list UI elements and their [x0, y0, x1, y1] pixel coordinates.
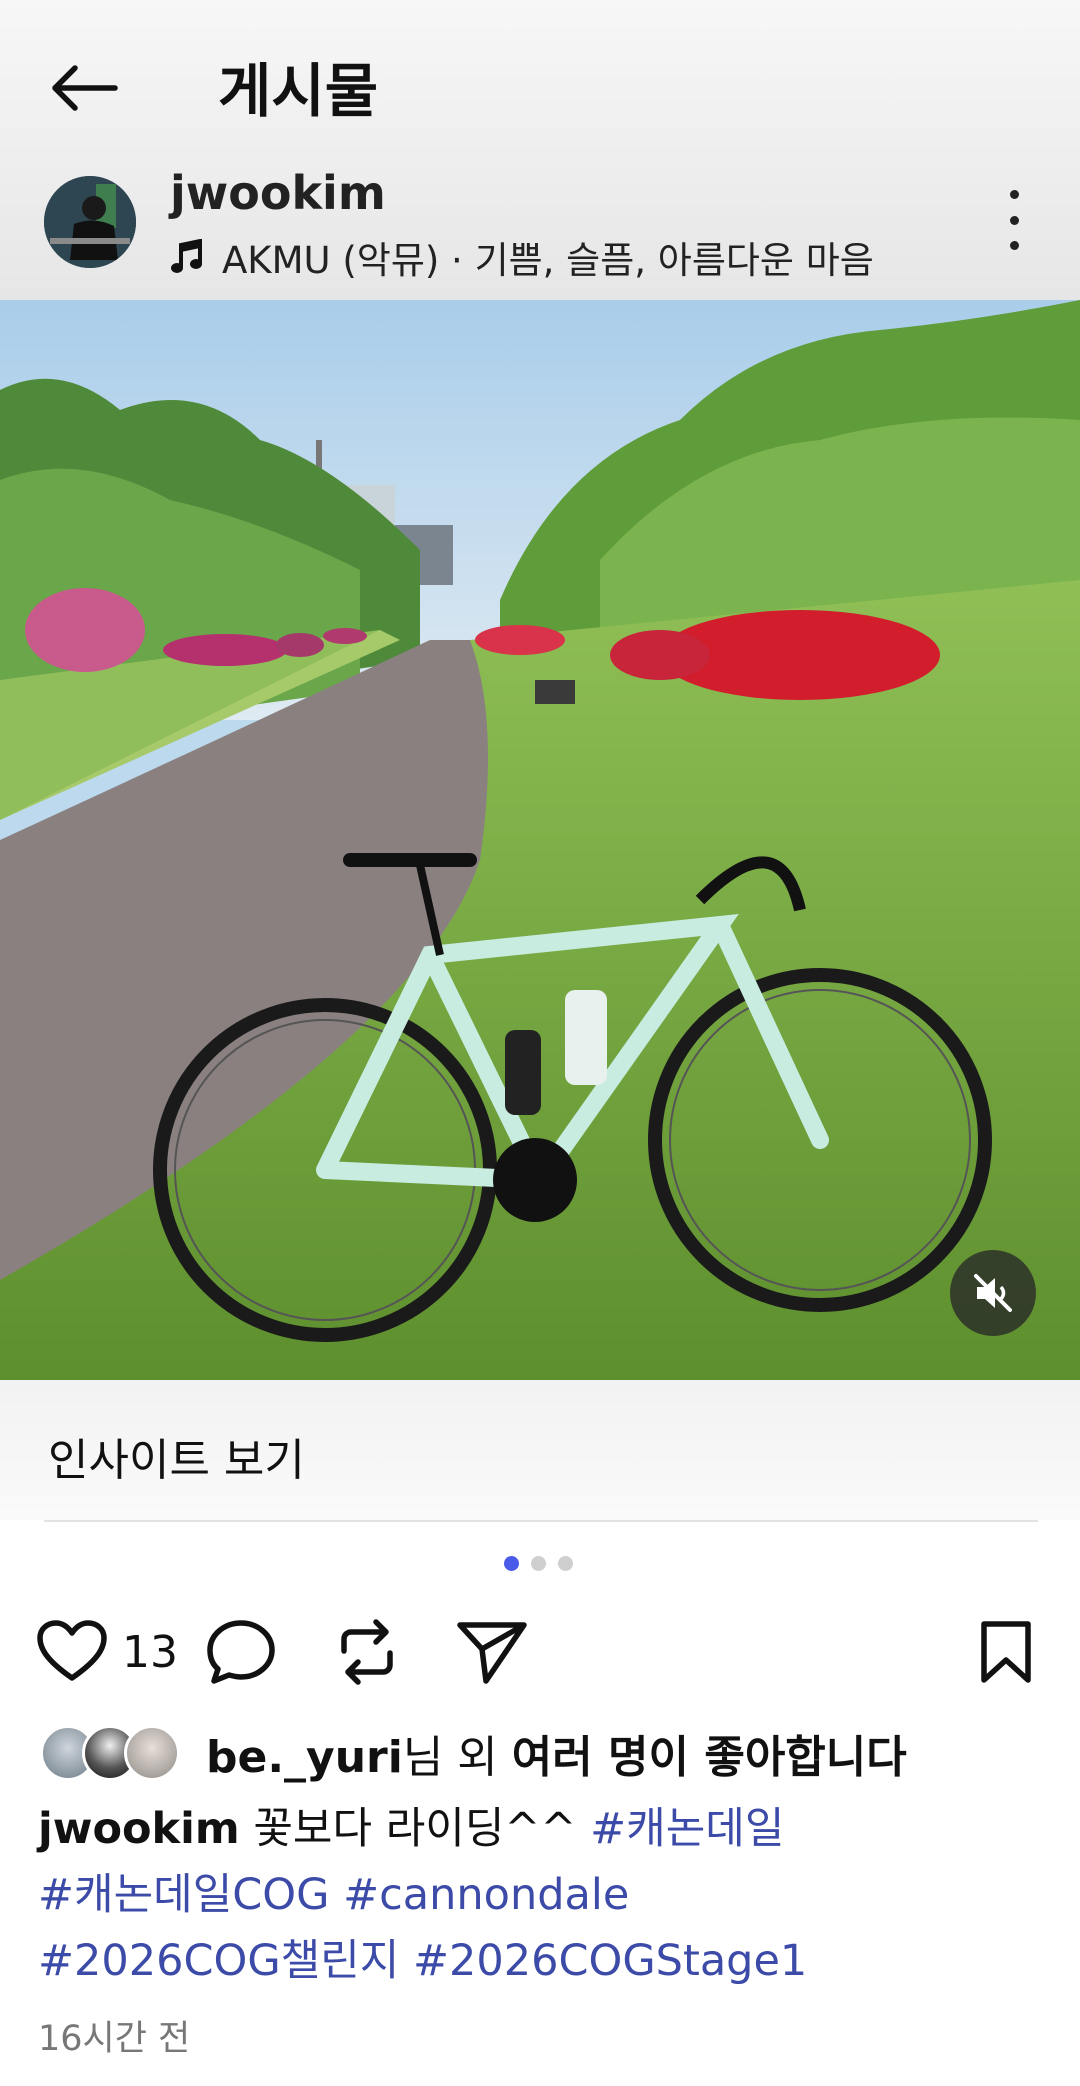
- back-arrow-icon: [52, 65, 118, 111]
- liked-by-text: be._yuri님 외 여러 명이 좋아합니다: [206, 1721, 907, 1785]
- bicycle-photo: [0, 300, 1080, 1380]
- more-dot-icon: [1009, 190, 1019, 199]
- carousel-dot: [558, 1556, 573, 1571]
- post-media[interactable]: [0, 300, 1080, 1380]
- carousel-indicator: [504, 1556, 573, 1571]
- liked-by-others[interactable]: 여러 명이 좋아합니다: [512, 1732, 907, 1783]
- divider: [44, 1520, 1038, 1522]
- liker-username[interactable]: be._yuri: [206, 1732, 403, 1783]
- hashtag[interactable]: #2026COG챌린지: [38, 1936, 399, 1986]
- action-bar: 13: [0, 1600, 1080, 1700]
- send-paper-plane-icon: [457, 1622, 527, 1684]
- insights-link[interactable]: 인사이트 보기: [48, 1424, 305, 1488]
- page-title: 게시물: [218, 57, 379, 125]
- hashtag[interactable]: #캐논데일: [590, 1804, 784, 1854]
- repost-button[interactable]: [336, 1616, 398, 1688]
- comment-bubble-icon: [207, 1620, 275, 1684]
- post-timestamp: 16시간 전: [38, 2019, 191, 2059]
- post-caption: jwookim 꽃보다 라이딩^^ #캐논데일 #캐논데일COG #cannon…: [38, 1796, 1048, 1994]
- mute-toggle-button[interactable]: [950, 1250, 1036, 1336]
- repost-icon: [341, 1619, 393, 1685]
- save-button[interactable]: [978, 1616, 1034, 1688]
- carousel-dot-active: [504, 1556, 519, 1571]
- speaker-muted-icon: [974, 1274, 1012, 1312]
- back-button[interactable]: [44, 52, 124, 124]
- bookmark-icon: [981, 1621, 1031, 1683]
- hashtag[interactable]: #2026COGStage1: [413, 1936, 807, 1986]
- caption-author[interactable]: jwookim: [38, 1804, 240, 1854]
- music-info[interactable]: AKMU (악뮤) · 기쁨, 슬픔, 아름다운 마음: [170, 232, 874, 282]
- liked-by-suffix: 님 외: [402, 1732, 512, 1783]
- caption-text: 꽃보다 라이딩^^: [253, 1804, 577, 1854]
- liked-by-row[interactable]: be._yuri님 외 여러 명이 좋아합니다: [40, 1718, 907, 1788]
- hashtag[interactable]: #cannondale: [343, 1870, 629, 1920]
- hashtag[interactable]: #캐논데일COG: [38, 1870, 329, 1920]
- comment-button[interactable]: [206, 1616, 276, 1688]
- music-label: AKMU (악뮤) · 기쁨, 슬픔, 아름다운 마음: [222, 239, 874, 282]
- more-dot-icon: [1009, 215, 1019, 225]
- share-button[interactable]: [456, 1616, 528, 1688]
- heart-icon: [37, 1620, 107, 1681]
- like-button[interactable]: 13: [36, 1616, 178, 1688]
- liker-avatar: [124, 1725, 180, 1781]
- more-dot-icon: [1009, 241, 1019, 250]
- like-count[interactable]: 13: [122, 1627, 178, 1678]
- carousel-dot: [531, 1556, 546, 1571]
- avatar[interactable]: [44, 176, 136, 268]
- more-options-button[interactable]: [994, 190, 1034, 250]
- post-username[interactable]: jwookim: [170, 166, 386, 220]
- music-note-icon: [171, 239, 202, 273]
